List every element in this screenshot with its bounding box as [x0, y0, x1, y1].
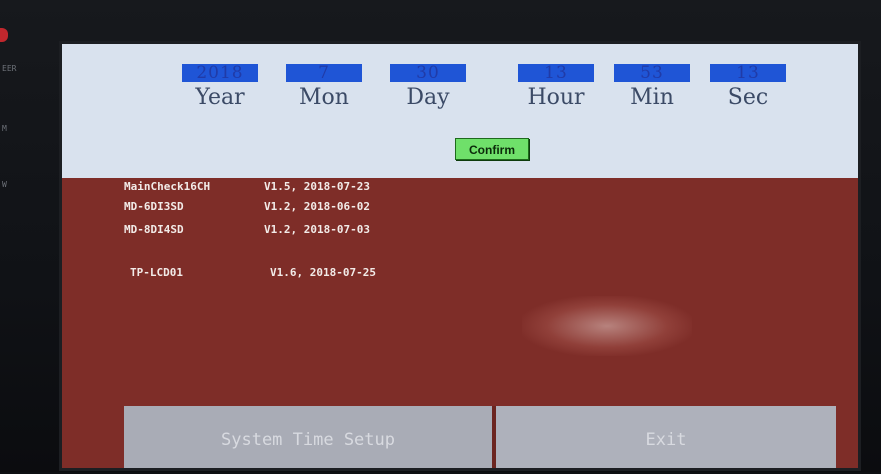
minute-field[interactable]: 53 Min	[614, 64, 690, 110]
second-label: Sec	[727, 85, 769, 110]
module-version: V1.2, 2018-07-03	[264, 223, 370, 236]
day-value[interactable]: 30	[390, 64, 466, 82]
minute-label: Min	[630, 85, 674, 110]
bottom-button-bar: System Time Setup Exit	[124, 406, 836, 468]
module-name: MD-8DI4SD	[124, 223, 184, 236]
month-value[interactable]: 7	[286, 64, 362, 82]
system-time-setup-button[interactable]: System Time Setup	[124, 406, 492, 468]
year-field[interactable]: 2018 Year	[182, 64, 258, 110]
module-name: MD-6DI3SD	[124, 200, 184, 213]
time-setup-panel: 2018 Year 7 Mon 30 Day 13 Hour 53 Min 13…	[62, 44, 858, 178]
day-field[interactable]: 30 Day	[390, 64, 466, 110]
hour-field[interactable]: 13 Hour	[518, 64, 594, 110]
year-label: Year	[195, 85, 245, 110]
month-label: Mon	[299, 85, 349, 110]
month-field[interactable]: 7 Mon	[286, 64, 362, 110]
module-name: MainCheck16CH	[124, 180, 211, 193]
confirm-button[interactable]: Confirm	[455, 138, 529, 160]
second-value[interactable]: 13	[710, 64, 786, 82]
screen-glare	[522, 296, 692, 356]
bezel-label: EER	[2, 64, 17, 73]
lcd-screen: 2018 Year 7 Mon 30 Day 13 Hour 53 Min 13…	[62, 44, 858, 468]
day-label: Day	[406, 85, 450, 110]
power-indicator-light	[0, 28, 8, 42]
hour-label: Hour	[527, 85, 585, 110]
bezel-label: M	[2, 124, 7, 133]
minute-value[interactable]: 53	[614, 64, 690, 82]
bezel-label: W	[2, 180, 7, 189]
module-version: V1.6, 2018-07-25	[270, 266, 376, 279]
second-field[interactable]: 13 Sec	[710, 64, 786, 110]
module-name: TP-LCD01	[130, 266, 183, 279]
module-version: V1.2, 2018-06-02	[264, 200, 370, 213]
hour-value[interactable]: 13	[518, 64, 594, 82]
exit-button[interactable]: Exit	[496, 406, 836, 468]
module-version: V1.5, 2018-07-23	[264, 180, 370, 193]
year-value[interactable]: 2018	[182, 64, 258, 82]
